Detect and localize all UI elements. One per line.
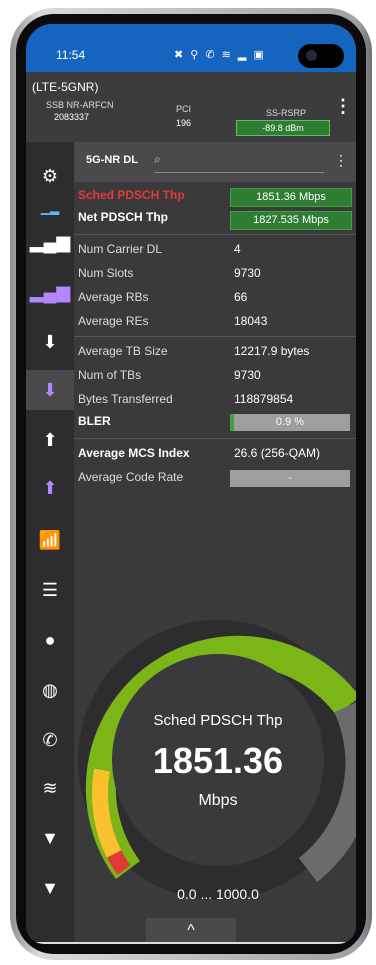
chevron-up-icon: ^ — [187, 922, 195, 939]
bytes-value: 118879854 — [234, 392, 294, 406]
signal-bars-purple-icon[interactable]: ▂▄▆ — [26, 272, 74, 312]
avg-rbs-label: Average RBs — [78, 290, 149, 304]
separator — [74, 336, 356, 337]
num-carrier-value: 4 — [234, 242, 241, 256]
camera-cutout — [298, 44, 344, 68]
content-menu-icon[interactable]: ⋮ — [334, 152, 348, 169]
globe-icon[interactable]: ◍ — [26, 670, 74, 710]
bottom-bar — [26, 942, 356, 944]
code-rate-bar: - — [230, 470, 350, 487]
row-bytes: Bytes Transferred 118879854 — [78, 388, 354, 410]
mcs-value: 26.6 (256-QAM) — [234, 446, 321, 460]
wifi-alert-icon[interactable]: ▼ — [26, 818, 74, 858]
sidebar: ⚙ ▁▂ ▂▄▆ ▂▄▆ ⬇ ⬇ ⬆ ⬆ 📶 ☰ ● ◍ ✆ ≋ ▼ ▼ — [26, 142, 74, 944]
row-tbsize: Average TB Size 12217.9 bytes — [78, 340, 354, 362]
wifi-alert-2-icon[interactable]: ▼ — [26, 868, 74, 908]
pci-label: PCI — [176, 104, 192, 114]
bler-label: BLER — [78, 414, 111, 428]
row-carrier: Num Carrier DL 4 — [78, 238, 354, 260]
rsrp-value: -89.8 dBm — [236, 120, 330, 136]
sched-label: Sched PDSCH Thp — [78, 188, 185, 202]
search-input[interactable]: ⌕ — [154, 152, 324, 173]
gauge-arc-red — [106, 850, 131, 875]
net-value: 1827.535 Mbps — [230, 211, 352, 230]
content-header: 5G-NR DL ⌕ ⋮ — [74, 142, 356, 182]
pci-value: 196 — [176, 118, 192, 128]
status-time: 11:54 — [56, 48, 86, 62]
phone-call-icon[interactable]: ✆ — [26, 720, 74, 760]
gauge-title: Sched PDSCH Thp — [153, 712, 283, 729]
avg-rbs-value: 66 — [234, 290, 248, 304]
download-icon[interactable]: ⬇ — [26, 322, 74, 362]
avg-res-label: Average REs — [78, 314, 149, 328]
bytes-label: Bytes Transferred — [78, 392, 173, 406]
row-res: Average REs 18043 — [78, 310, 354, 332]
num-slots-value: 9730 — [234, 266, 261, 280]
sched-value: 1851.36 Mbps — [230, 188, 352, 207]
gauge-unit: Mbps — [198, 792, 238, 809]
bler-bar: 0.9 % — [230, 414, 350, 431]
separator — [74, 438, 356, 439]
throughput-gauge: Sched PDSCH Thp 1851.36 Mbps 0.0 ... 100… — [72, 594, 356, 924]
gauge-value: 1851.36 — [152, 740, 284, 781]
row-slots: Num Slots 9730 — [78, 262, 354, 284]
gauge-range: 0.0 ... 1000.0 — [177, 886, 259, 902]
code-rate-label: Average Code Rate — [78, 470, 184, 484]
net-label: Net PDSCH Thp — [78, 210, 168, 224]
upload-purple-icon[interactable]: ⬆ — [26, 468, 74, 508]
signal-bars-icon[interactable]: ▂▄▆ — [26, 222, 74, 262]
upload-icon[interactable]: ⬆ — [26, 420, 74, 460]
arfcn-value: 2083337 — [54, 112, 90, 122]
avg-res-value: 18043 — [234, 314, 268, 328]
bottom-sheet-handle[interactable]: ^ — [146, 918, 236, 944]
wifi-icon[interactable]: ≋ — [26, 768, 74, 808]
list-menu-icon[interactable]: ☰ — [26, 570, 74, 610]
search-icon: ⌕ — [154, 152, 161, 166]
separator — [74, 234, 356, 235]
info-bar: (LTE-5GNR) SSB NR-ARFCN 2083337 PCI 196 … — [26, 72, 356, 142]
avg-tb-value: 12217.9 bytes — [234, 344, 310, 358]
avg-tb-label: Average TB Size — [78, 344, 168, 358]
alert-icon[interactable]: ● — [26, 620, 74, 660]
network-title: (LTE-5GNR) — [32, 80, 99, 94]
section-label: 5G-NR DL — [86, 154, 138, 166]
screen: 11:54 ✖ ⚲ ✆ ≋ ▂ ▣ (LTE-5GNR) SSB NR-ARFC… — [26, 24, 356, 944]
num-slots-label: Num Slots — [78, 266, 134, 280]
bler-value: 0.9 % — [275, 416, 305, 428]
antenna-icon[interactable]: 📶 — [26, 520, 74, 560]
row-mcs: Average MCS Index 26.6 (256-QAM) — [78, 442, 354, 464]
mcs-label: Average MCS Index — [78, 446, 190, 460]
rsrp-label: SS-RSRP — [266, 108, 307, 118]
overflow-menu-icon[interactable]: ⋮ — [334, 96, 352, 117]
bler-bar-fill — [230, 414, 234, 431]
status-bar: 11:54 ✖ ⚲ ✆ ≋ ▂ ▣ — [26, 24, 356, 72]
download-purple-icon[interactable]: ⬇ — [26, 370, 74, 410]
num-carrier-label: Num Carrier DL — [78, 242, 163, 256]
status-icons: ✖ ⚲ ✆ ≋ ▂ ▣ — [174, 49, 266, 61]
num-tbs-label: Num of TBs — [78, 368, 142, 382]
code-rate-value: - — [288, 472, 292, 484]
arfcn-label: SSB NR-ARFCN — [46, 100, 114, 110]
num-tbs-value: 9730 — [234, 368, 261, 382]
row-rbs: Average RBs 66 — [78, 286, 354, 308]
row-numtbs: Num of TBs 9730 — [78, 364, 354, 386]
